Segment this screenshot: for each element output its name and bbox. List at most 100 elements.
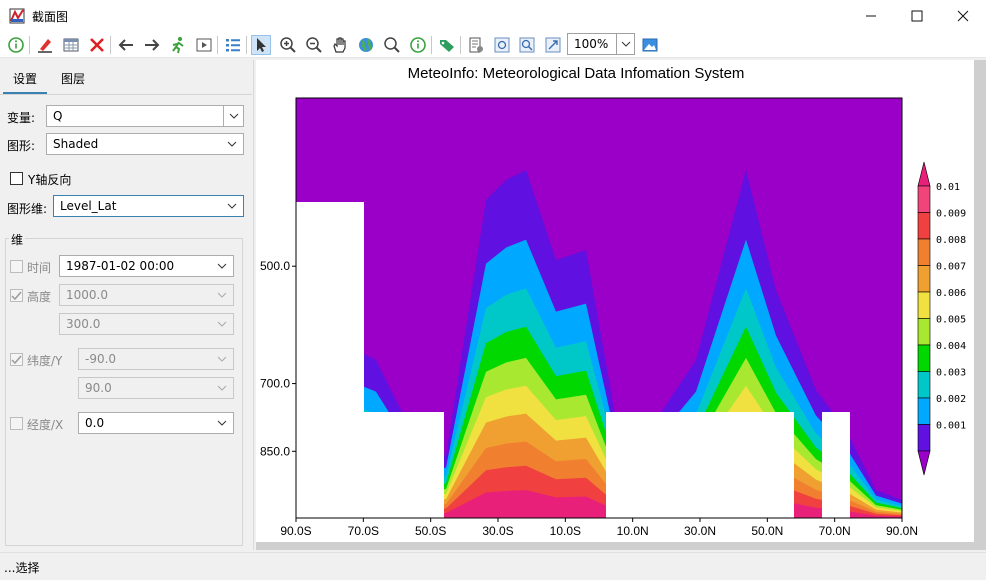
close-button[interactable] <box>940 0 986 32</box>
delete-icon <box>90 38 104 52</box>
lat-checkbox[interactable] <box>10 353 23 366</box>
info-button[interactable] <box>6 35 26 55</box>
minimize-button[interactable] <box>848 0 894 32</box>
legend-swatch <box>917 291 931 319</box>
lat-from-select[interactable]: -90.0 <box>78 348 234 370</box>
status-bar: ...选择 <box>0 552 986 580</box>
attribute-table-button[interactable] <box>61 35 81 55</box>
page-setup-button[interactable] <box>466 35 486 55</box>
back-button[interactable] <box>116 35 136 55</box>
eraser-button[interactable] <box>35 35 55 55</box>
tab-settings[interactable]: 设置 <box>13 70 37 87</box>
time-checkbox[interactable] <box>10 260 23 273</box>
plot-dim-label: 图形维: <box>7 202 48 216</box>
eraser-icon <box>38 39 52 53</box>
variable-dropdown-button[interactable] <box>223 106 243 126</box>
identify-button[interactable] <box>408 35 428 55</box>
x-tick-label: 10.0N <box>617 524 649 538</box>
legend-swatch <box>917 265 931 293</box>
y-reverse-label: Y轴反向 <box>28 173 72 187</box>
legend-label: 0.009 <box>936 209 966 220</box>
time-value: 1987-01-02 00:00 <box>66 259 175 273</box>
full-extent-icon <box>545 37 561 53</box>
level-label: 高度 <box>27 290 52 304</box>
legend-top-arrow <box>917 161 931 187</box>
legend-label: 0.005 <box>936 315 966 326</box>
zoom-out-button[interactable] <box>304 35 324 55</box>
level-checkbox[interactable] <box>10 289 23 302</box>
graph-type-label: 图形: <box>7 139 36 153</box>
legend-label: 0.006 <box>936 288 966 299</box>
zoom-extent-icon <box>494 37 510 53</box>
zoom-extent-button[interactable] <box>492 35 512 55</box>
legend-list-button[interactable] <box>223 35 243 55</box>
magnifier-icon <box>384 37 400 53</box>
plot-frame: MeteoInfo: Meteorological Data Infomatio… <box>256 60 986 550</box>
image-export-icon <box>642 38 658 52</box>
export-image-button[interactable] <box>640 35 660 55</box>
select-pointer-icon <box>257 38 266 52</box>
globe-button[interactable] <box>356 35 376 55</box>
lat-to-select[interactable]: 90.0 <box>78 377 234 399</box>
label-button[interactable] <box>437 35 457 55</box>
animate-button[interactable] <box>168 35 188 55</box>
x-tick-label: 50.0N <box>751 524 783 538</box>
forward-button[interactable] <box>142 35 162 55</box>
level-to-select[interactable]: 300.0 <box>59 313 234 335</box>
info-icon <box>8 37 24 53</box>
checkmark-icon <box>11 355 22 365</box>
variable-select[interactable]: Q <box>46 105 244 127</box>
toolbar: 100% <box>0 32 986 58</box>
zoom-layer-button[interactable] <box>517 35 537 55</box>
plot-area[interactable]: MeteoInfo: Meteorological Data Infomatio… <box>256 60 974 542</box>
pan-hand-icon <box>333 37 346 53</box>
level-to-value: 300.0 <box>66 317 101 331</box>
toolbar-separator <box>246 36 247 54</box>
zoom-dropdown-button[interactable] <box>616 34 634 54</box>
globe-icon <box>359 38 373 52</box>
pan-button[interactable] <box>330 35 350 55</box>
level-from-select[interactable]: 1000.0 <box>59 284 234 306</box>
x-tick-label: 70.0S <box>348 524 379 538</box>
plot-dim-select[interactable]: Level_Lat <box>53 195 244 217</box>
toolbar-separator <box>217 36 218 54</box>
y-reverse-checkbox[interactable] <box>10 172 23 185</box>
zoom-in-icon <box>280 37 296 53</box>
missing-data-region <box>364 412 444 518</box>
chart-title: MeteoInfo: Meteorological Data Infomatio… <box>408 65 745 82</box>
chevron-down-icon <box>217 292 227 298</box>
lon-select[interactable]: 0.0 <box>78 412 234 434</box>
label-tag-icon <box>440 40 454 52</box>
find-button[interactable] <box>382 35 402 55</box>
x-tick-label: 30.0N <box>684 524 716 538</box>
zoom-select[interactable]: 100% <box>567 33 635 55</box>
maximize-button[interactable] <box>894 0 940 32</box>
y-tick-label: 850.0 <box>260 444 290 458</box>
graph-type-value: Shaded <box>53 137 99 151</box>
legend-bottom-arrow <box>917 450 931 476</box>
chevron-down-icon <box>217 263 227 269</box>
window-title: 截面图 <box>32 10 69 24</box>
full-extent-button[interactable] <box>543 35 563 55</box>
arrow-left-icon <box>118 39 133 51</box>
lat-to-value: 90.0 <box>85 381 112 395</box>
x-tick-label: 50.0S <box>415 524 446 538</box>
lon-checkbox[interactable] <box>10 417 23 430</box>
variable-label: 变量: <box>7 111 36 125</box>
lon-value: 0.0 <box>85 416 105 430</box>
time-select[interactable]: 1987-01-02 00:00 <box>59 255 234 277</box>
zoom-in-button[interactable] <box>278 35 298 55</box>
maximize-icon <box>911 10 923 22</box>
frame-button[interactable] <box>194 35 214 55</box>
tab-layers[interactable]: 图层 <box>61 70 85 87</box>
x-tick-label: 10.0S <box>550 524 581 538</box>
plot-dim-value: Level_Lat <box>60 199 117 213</box>
select-tool-button[interactable] <box>251 35 271 55</box>
list-icon <box>226 39 240 52</box>
delete-button[interactable] <box>87 35 107 55</box>
chevron-down-icon <box>227 141 237 147</box>
graph-type-select[interactable]: Shaded <box>46 133 244 155</box>
title-bar: 截面图 <box>0 0 986 32</box>
x-tick-label: 90.0S <box>280 524 311 538</box>
legend-swatch <box>917 371 931 399</box>
